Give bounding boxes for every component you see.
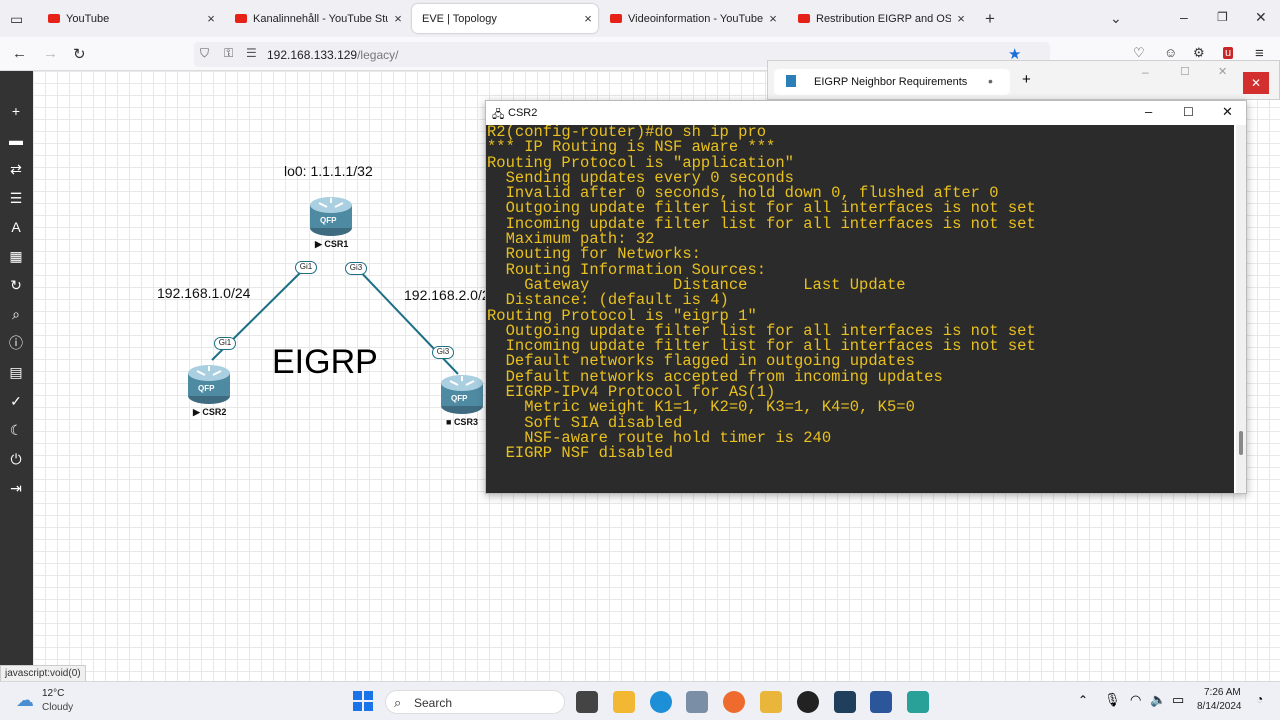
microphone-icon[interactable]: 🎙: [1104, 692, 1121, 708]
clock-time[interactable]: 7:26 AM: [1204, 687, 1241, 698]
search-placeholder: Search: [414, 696, 453, 710]
tab-eigrp-neighbor[interactable]: EIGRP Neighbor Requirements •: [774, 69, 1010, 95]
word-icon[interactable]: [870, 691, 892, 713]
vm-icon[interactable]: [834, 691, 856, 713]
page-icon: [786, 75, 796, 87]
taskbar: ☁ 12°C Cloudy ⌕ Search ⌃ 🎙 ◠ 🔈 ▭ 7:26 AM…: [0, 681, 1280, 720]
file-explorer-icon[interactable]: [613, 691, 635, 713]
terminal-title: CSR2: [508, 107, 538, 119]
router-csr2[interactable]: QFP: [187, 362, 231, 404]
port-csr3-gi3[interactable]: Gi3: [432, 346, 454, 359]
scrollbar-thumb[interactable]: [1239, 431, 1243, 455]
router-icon-label: QFP: [451, 394, 468, 403]
network-tool-icon[interactable]: [760, 691, 782, 713]
background-browser-window[interactable]: EIGRP Neighbor Requirements • + – ☐ ✕: [767, 60, 1280, 100]
task-view-icon[interactable]: [576, 691, 598, 713]
taskbar-search[interactable]: ⌕ Search: [385, 690, 565, 714]
notifications-icon[interactable]: ◔: [1256, 692, 1263, 706]
firefox-icon[interactable]: [723, 691, 745, 713]
tab-dot-icon[interactable]: •: [988, 73, 993, 89]
battery-icon[interactable]: ▭: [1172, 692, 1184, 708]
close-icon[interactable]: ✕: [1222, 104, 1233, 120]
new-tab-button[interactable]: +: [1022, 71, 1031, 88]
router-icon-label: QFP: [198, 384, 215, 393]
search-icon: ⌕: [394, 695, 402, 710]
protocol-label: EIGRP: [272, 343, 378, 381]
terminal-titlebar[interactable]: 🖧 CSR2 – ☐ ✕: [486, 101, 1246, 125]
maximize-icon[interactable]: ☐: [1183, 105, 1194, 119]
network-label-left: 192.168.1.0/24: [157, 285, 251, 301]
router-csr1[interactable]: QFP: [309, 194, 353, 236]
putty-icon: 🖧: [492, 109, 505, 121]
router-csr3[interactable]: QFP: [440, 372, 484, 414]
calculator-icon[interactable]: [907, 691, 929, 713]
close-icon[interactable]: ✕: [1218, 65, 1227, 78]
minimize-icon[interactable]: –: [1142, 65, 1149, 79]
status-bar-link: javascript:void(0): [0, 665, 86, 682]
windows-start-icon[interactable]: [353, 691, 373, 711]
volume-icon[interactable]: 🔈: [1150, 692, 1166, 708]
chatgpt-icon[interactable]: [797, 691, 819, 713]
router-name-csr1: ▶ CSR1: [315, 239, 349, 249]
port-csr1-gi1[interactable]: Gi1: [295, 261, 317, 274]
router-name-csr3: ■ CSR3: [446, 417, 478, 427]
router-name-csr2: ▶ CSR2: [193, 407, 227, 417]
chevron-up-icon[interactable]: ⌃: [1078, 693, 1088, 707]
weather-temp[interactable]: 12°C: [42, 688, 64, 699]
terminal-output[interactable]: R2(config-router)#do sh ip pro *** IP Rou…: [486, 125, 1234, 493]
close-icon[interactable]: ✕: [1243, 72, 1269, 94]
windows-logo: [353, 691, 373, 711]
network-label-right: 192.168.2.0/2: [404, 287, 490, 303]
terminal-line: EIGRP NSF disabled: [487, 444, 674, 463]
wifi-icon[interactable]: ◠: [1130, 692, 1141, 708]
putty-icon[interactable]: [686, 691, 708, 713]
edge-icon[interactable]: [650, 691, 672, 713]
tab-title: EIGRP Neighbor Requirements: [814, 76, 968, 88]
loopback-label: lo0: 1.1.1.1/32: [284, 163, 373, 179]
port-csr1-gi3[interactable]: Gi3: [345, 262, 367, 275]
maximize-icon[interactable]: ☐: [1180, 65, 1190, 78]
router-icon-label: QFP: [320, 216, 337, 225]
minimize-icon[interactable]: –: [1145, 104, 1152, 119]
terminal-scrollbar[interactable]: [1236, 125, 1246, 493]
clock-date[interactable]: 8/14/2024: [1197, 701, 1242, 712]
port-csr2-gi1[interactable]: Gi1: [214, 337, 236, 350]
cloud-icon[interactable]: ☁: [16, 690, 34, 711]
weather-desc[interactable]: Cloudy: [42, 702, 73, 713]
terminal-window[interactable]: 🖧 CSR2 – ☐ ✕ R2(config-router)#do sh ip …: [485, 100, 1247, 494]
